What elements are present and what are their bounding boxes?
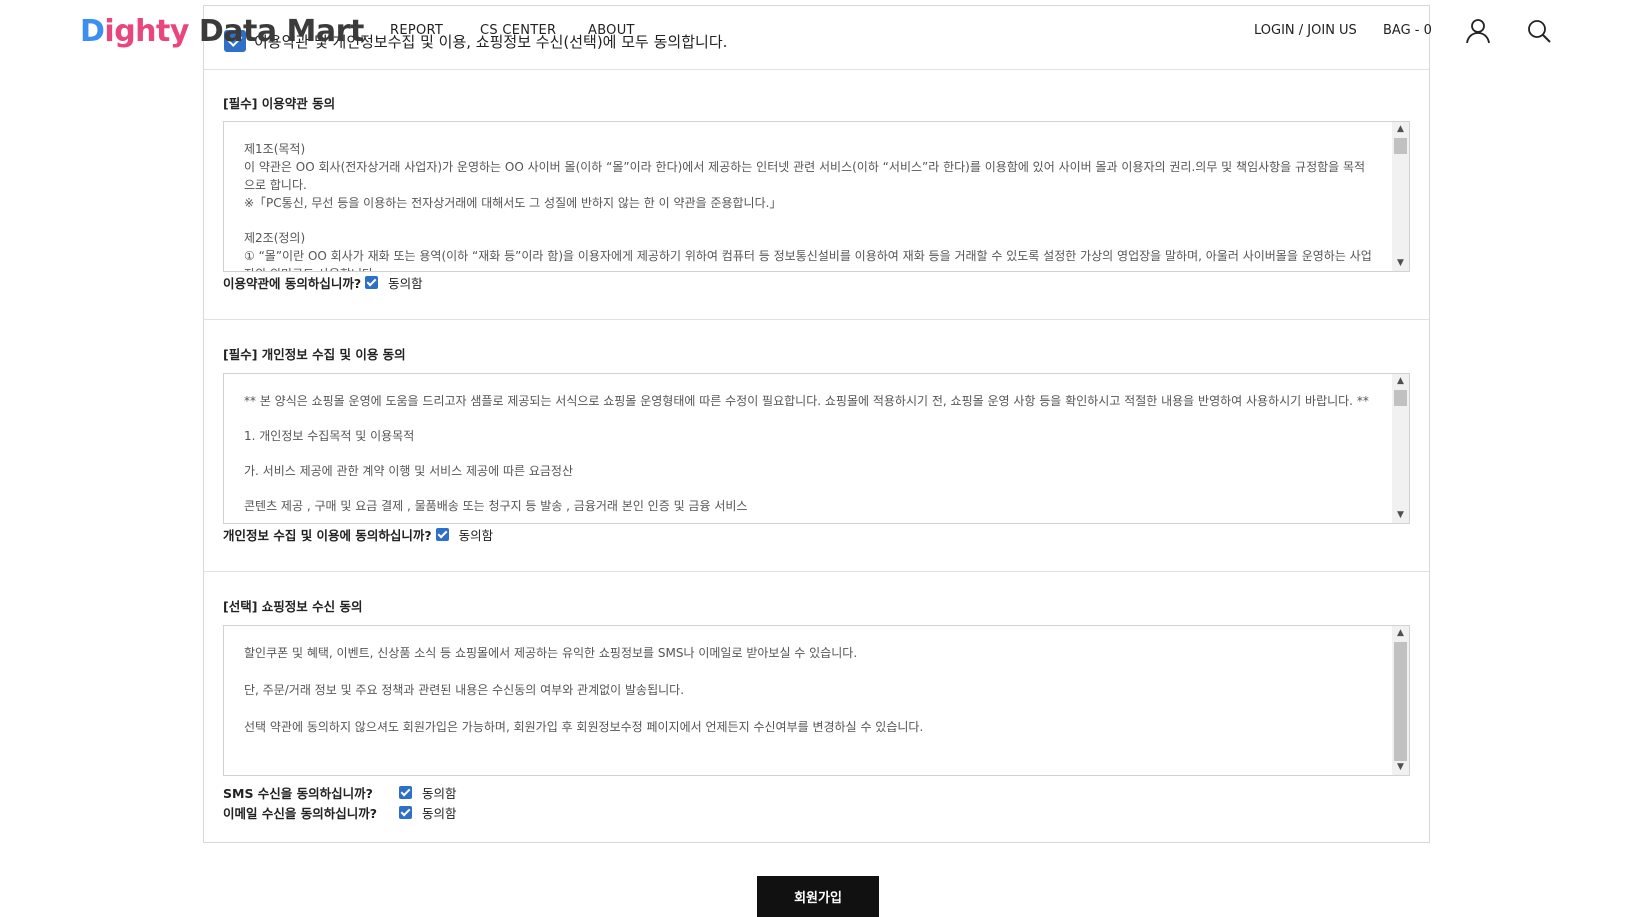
privacy-question: 개인정보 수집 및 이용에 동의하십니까?	[223, 528, 432, 543]
marketing-textarea[interactable]: 할인쿠폰 및 혜택, 이벤트, 신상품 소식 등 쇼핑몰에서 제공하는 유익한 …	[223, 625, 1410, 776]
terms-line: 이 약관은 OO 회사(전자상거래 사업자)가 운영하는 OO 사이버 몰(이하…	[244, 160, 1366, 192]
marketing-scrollbar[interactable]: ▲ ▼	[1392, 626, 1409, 775]
scroll-down-arrow-icon[interactable]: ▼	[1392, 256, 1409, 271]
scroll-thumb[interactable]	[1394, 390, 1407, 406]
site-header: Dighty Data Mart REPORT CS CENTER ABOUT …	[0, 0, 1638, 62]
privacy-agree-label[interactable]: 동의함	[459, 525, 494, 544]
email-agree-label[interactable]: 동의함	[422, 803, 457, 822]
marketing-content: 할인쿠폰 및 혜택, 이벤트, 신상품 소식 등 쇼핑몰에서 제공하는 유익한 …	[244, 644, 1373, 736]
divider	[204, 571, 1429, 572]
privacy-line: ** 본 양식은 쇼핑몰 운영에 도움을 드리고자 샘플로 제공되는 서식으로 …	[244, 394, 1369, 408]
privacy-textarea[interactable]: ** 본 양식은 쇼핑몰 운영에 도움을 드리고자 샘플로 제공되는 서식으로 …	[223, 373, 1410, 524]
sms-question: SMS 수신을 동의하십니까?	[223, 786, 373, 801]
terms-line: 제2조(정의)	[244, 231, 306, 245]
divider	[204, 69, 1429, 70]
privacy-agree-row: 개인정보 수집 및 이용에 동의하십니까? 동의함	[223, 525, 493, 544]
sms-agree-row: SMS 수신을 동의하십니까? 동의함	[223, 783, 457, 802]
privacy-title: [필수] 개인정보 수집 및 이용 동의	[223, 347, 406, 362]
scroll-up-arrow-icon[interactable]: ▲	[1392, 122, 1409, 137]
search-icon[interactable]	[1526, 18, 1552, 44]
terms-agree-label[interactable]: 동의함	[388, 273, 423, 292]
logo-text-mart: Mart	[276, 14, 365, 49]
sms-agree-label[interactable]: 동의함	[422, 783, 457, 802]
email-question: 이메일 수신을 동의하십니까?	[223, 806, 377, 821]
privacy-line: 가. 서비스 제공에 관한 계약 이행 및 서비스 제공에 따른 요금정산	[244, 464, 574, 478]
agreement-form: 이용약관 및 개인정보수집 및 이용, 쇼핑정보 수신(선택)에 모두 동의합니…	[203, 5, 1430, 843]
logo-letter-d: D	[80, 14, 105, 49]
site-logo[interactable]: Dighty Data Mart	[80, 14, 364, 49]
email-agree-checkbox[interactable]	[399, 806, 412, 819]
logo-text-ighty: ighty	[104, 14, 189, 49]
terms-title: [필수] 이용약관 동의	[223, 96, 336, 111]
divider	[204, 319, 1429, 320]
logo-text-data: Data	[188, 14, 277, 49]
marketing-line: 선택 약관에 동의하지 않으셔도 회원가입은 가능하며, 회원가입 후 회원정보…	[244, 720, 924, 734]
login-join-link[interactable]: LOGIN / JOIN US	[1254, 23, 1357, 38]
nav-report[interactable]: REPORT	[390, 23, 443, 38]
scroll-down-arrow-icon[interactable]: ▼	[1392, 508, 1409, 523]
marketing-line: 단, 주문/거래 정보 및 주요 정책과 관련된 내용은 수신동의 여부와 관계…	[244, 683, 685, 697]
nav-about[interactable]: ABOUT	[588, 23, 635, 38]
privacy-agree-checkbox[interactable]	[435, 528, 449, 541]
sms-agree-checkbox[interactable]	[399, 786, 412, 799]
user-icon[interactable]	[1465, 18, 1491, 44]
nav-cs-center[interactable]: CS CENTER	[480, 23, 556, 38]
scroll-thumb[interactable]	[1394, 642, 1407, 761]
terms-agree-row: 이용약관에 동의하십니까? 동의함	[223, 273, 423, 292]
privacy-scrollbar[interactable]: ▲ ▼	[1392, 374, 1409, 523]
terms-line: ① “몰”이란 OO 회사가 재화 또는 용역(이하 “재화 등”이라 함)을 …	[244, 249, 1372, 271]
scroll-down-arrow-icon[interactable]: ▼	[1392, 760, 1409, 775]
marketing-title: [선택] 쇼핑정보 수신 동의	[223, 599, 363, 614]
terms-line: 제1조(목적)	[244, 142, 306, 156]
terms-line: ※「PC통신, 무선 등을 이용하는 전자상거래에 대해서도 그 성질에 반하지…	[244, 196, 782, 210]
privacy-line: 콘텐츠 제공 , 구매 및 요금 결제 , 물품배송 또는 청구지 등 발송 ,…	[244, 499, 748, 513]
scroll-up-arrow-icon[interactable]: ▲	[1392, 374, 1409, 389]
marketing-line: 할인쿠폰 및 혜택, 이벤트, 신상품 소식 등 쇼핑몰에서 제공하는 유익한 …	[244, 646, 858, 660]
privacy-line: 1. 개인정보 수집목적 및 이용목적	[244, 429, 415, 443]
terms-agree-checkbox[interactable]	[365, 276, 379, 289]
scroll-thumb[interactable]	[1394, 138, 1407, 154]
join-submit-button[interactable]: 회원가입	[757, 876, 879, 917]
terms-content: 제1조(목적) 이 약관은 OO 회사(전자상거래 사업자)가 운영하는 OO …	[244, 140, 1373, 271]
terms-question: 이용약관에 동의하십니까?	[223, 276, 362, 291]
email-agree-row: 이메일 수신을 동의하십니까? 동의함	[223, 803, 457, 822]
bag-link[interactable]: BAG - 0	[1383, 23, 1432, 38]
terms-textarea[interactable]: 제1조(목적) 이 약관은 OO 회사(전자상거래 사업자)가 운영하는 OO …	[223, 121, 1410, 272]
privacy-content: ** 본 양식은 쇼핑몰 운영에 도움을 드리고자 샘플로 제공되는 서식으로 …	[244, 392, 1373, 515]
terms-scrollbar[interactable]: ▲ ▼	[1392, 122, 1409, 271]
scroll-up-arrow-icon[interactable]: ▲	[1392, 626, 1409, 641]
